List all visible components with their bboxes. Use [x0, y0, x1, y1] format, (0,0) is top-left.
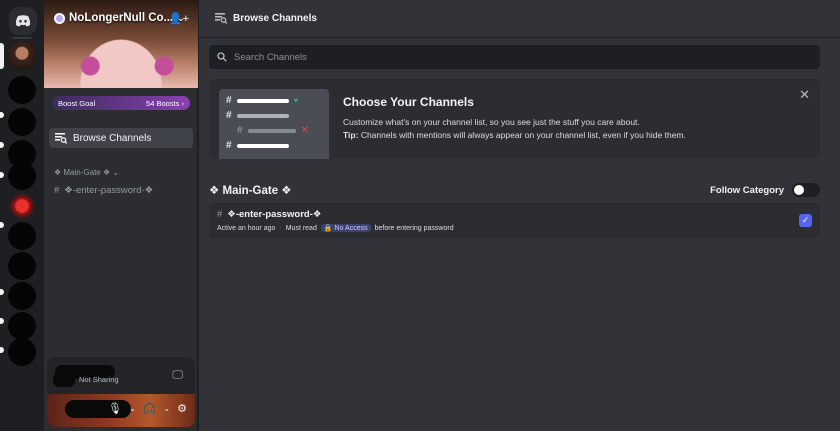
server-banner: NoLongerNull Co... ⌄ 👤+: [44, 0, 198, 88]
server-boost-icon: [54, 12, 65, 24]
channel-mention[interactable]: 🔒 No Access: [320, 224, 371, 232]
follow-category-toggle[interactable]: [792, 183, 820, 197]
art-row: #: [226, 140, 289, 151]
channel-sidebar: NoLongerNull Co... ⌄ 👤+ Boost Goal 54 Bo…: [44, 0, 198, 431]
art-bar: [236, 98, 289, 103]
channel-row-name: ❖-enter-password-❖: [227, 209, 322, 220]
follow-category-label: Follow Category: [710, 184, 784, 196]
channel-checkbox[interactable]: ✓: [799, 214, 812, 227]
main-content: Browse Channels Search Channels # ♥ # # …: [199, 0, 840, 431]
browse-channels-label: Browse Channels: [73, 132, 152, 144]
unread-indicator: [0, 222, 4, 228]
unread-indicator: [0, 347, 4, 353]
browse-channels-item[interactable]: Browse Channels: [49, 128, 193, 148]
rail-separator: [12, 37, 32, 39]
unread-indicator: [0, 318, 4, 324]
search-placeholder: Search Channels: [234, 51, 307, 63]
server-icon-red[interactable]: [8, 192, 36, 220]
channel-topic-after: before entering password: [374, 224, 454, 232]
server-icon-nolongernull[interactable]: [8, 42, 36, 70]
server-rail: [0, 0, 44, 431]
channel-list-illustration: # ♥ # # ✕ #: [219, 89, 329, 159]
microphone-icon[interactable]: 🎙: [108, 402, 122, 415]
hash-icon: #: [237, 125, 243, 136]
category-header[interactable]: ❖ Main-Gate ❖ ⌄: [54, 168, 119, 177]
server-icon[interactable]: [8, 338, 36, 366]
card-description-text: Customize what's on your channel list, s…: [343, 117, 640, 127]
card-description: Customize what's on your channel list, s…: [343, 116, 686, 142]
user-bar: 🎙 ⌄ 🎧 ⌄ ⚙: [47, 394, 195, 427]
channel-activity: Active an hour ago: [217, 224, 276, 232]
gear-icon[interactable]: ⚙: [177, 402, 187, 415]
chevron-down-icon[interactable]: ⌄: [163, 404, 170, 413]
boost-count: 54 Boosts ›: [146, 98, 184, 108]
card-title: Choose Your Channels: [343, 95, 474, 109]
category-title: ❖ Main-Gate ❖: [209, 185, 292, 197]
channel-topic-before: Must read: [285, 224, 317, 232]
discord-logo-icon: [15, 15, 31, 27]
tip-text: Channels with mentions will always appea…: [360, 130, 686, 140]
user-panel: Not Sharing 🖵 🎙 ⌄ 🎧 ⌄ ⚙: [47, 357, 195, 427]
hash-icon: #: [226, 110, 232, 121]
selected-indicator: [0, 43, 4, 69]
page-title: Browse Channels: [233, 13, 317, 24]
channel-row[interactable]: # ❖-enter-password-❖ Active an hour ago …: [209, 203, 820, 238]
unread-indicator: [0, 112, 4, 118]
hash-icon: #: [217, 209, 223, 220]
art-row: # ♥: [226, 95, 298, 106]
card-tip: Tip: Channels with mentions will always …: [343, 129, 686, 142]
art-row: #: [226, 110, 289, 121]
search-input[interactable]: Search Channels: [209, 45, 820, 69]
category-section-header: ❖ Main-Gate ❖ Follow Category: [209, 183, 820, 197]
channel-row-title: # ❖-enter-password-❖: [217, 209, 321, 220]
hash-icon: #: [226, 95, 232, 106]
server-icon[interactable]: [8, 108, 36, 136]
redacted-avatar: [53, 373, 75, 387]
search-icon: [217, 52, 227, 62]
server-icon[interactable]: [8, 76, 36, 104]
header-bar: Browse Channels: [199, 0, 840, 38]
choose-channels-card: # ♥ # # ✕ # Choose Your Channels Customi…: [209, 79, 820, 159]
follow-category: Follow Category: [710, 183, 820, 197]
heart-icon: ♥: [293, 96, 299, 105]
screen-share-icon[interactable]: 🖵: [172, 369, 183, 382]
close-icon[interactable]: ✕: [799, 87, 810, 103]
separator-dot: ·: [279, 224, 282, 232]
chevron-down-icon: ⌄: [112, 168, 120, 177]
invite-people-icon[interactable]: 👤+: [169, 12, 189, 25]
hash-icon: #: [54, 185, 60, 196]
unread-indicator: [0, 142, 4, 148]
channel-item[interactable]: # ❖-enter-password-❖: [54, 185, 153, 196]
sharing-status: Not Sharing: [79, 375, 119, 384]
chevron-down-icon[interactable]: ⌄: [129, 404, 136, 413]
tip-label: Tip:: [343, 130, 359, 140]
headphones-icon[interactable]: 🎧: [143, 402, 157, 415]
boost-goal-bar[interactable]: Boost Goal 54 Boosts ›: [52, 96, 190, 110]
server-name: NoLongerNull Co...: [69, 12, 174, 24]
close-icon: ✕: [300, 125, 309, 136]
hash-icon: #: [226, 140, 232, 151]
boost-goal-label: Boost Goal: [58, 98, 96, 108]
channel-row-meta: Active an hour ago · Must read 🔒 No Acce…: [217, 224, 454, 232]
art-bar: [236, 143, 289, 148]
channel-name: ❖-enter-password-❖: [64, 185, 154, 196]
checkmark-icon: ✓: [801, 215, 810, 225]
browse-channels-icon: [55, 132, 67, 144]
server-icon[interactable]: [8, 222, 36, 250]
art-row: # ✕: [237, 125, 309, 136]
server-header[interactable]: NoLongerNull Co... ⌄: [54, 12, 185, 24]
direct-messages-button[interactable]: [9, 7, 37, 35]
unread-indicator: [0, 172, 4, 178]
unread-indicator: [0, 289, 4, 295]
art-bar: [236, 113, 289, 118]
browse-channels-icon: [215, 13, 227, 24]
server-icon[interactable]: [8, 312, 36, 340]
server-icon[interactable]: [8, 252, 36, 280]
toggle-knob: [794, 185, 804, 195]
art-bar: [247, 128, 296, 133]
server-icon[interactable]: [8, 162, 36, 190]
server-icon[interactable]: [8, 282, 36, 310]
user-controls: 🎙 ⌄ 🎧 ⌄ ⚙: [108, 402, 187, 415]
